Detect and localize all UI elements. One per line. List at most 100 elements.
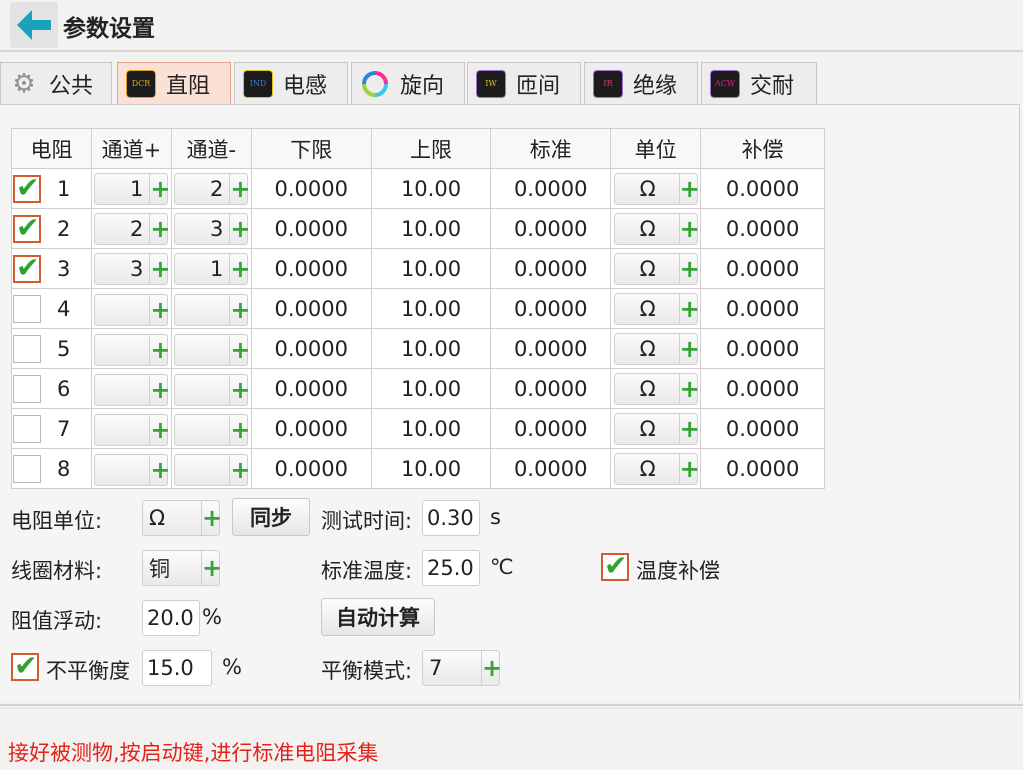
standard-value-cell[interactable]: 0.0000: [490, 208, 612, 249]
channel-plus-select[interactable]: +: [94, 414, 171, 446]
plus-icon[interactable]: +: [149, 213, 171, 244]
channel-minus-select[interactable]: +: [174, 454, 250, 486]
plus-icon[interactable]: +: [229, 375, 250, 405]
unit-select[interactable]: Ω +: [613, 332, 700, 365]
coil-material-select[interactable]: 铜 +: [142, 550, 222, 586]
plus-icon[interactable]: +: [678, 253, 700, 284]
unit-select[interactable]: Ω +: [613, 252, 700, 285]
unit-select[interactable]: Ω +: [613, 452, 700, 485]
plus-icon[interactable]: +: [201, 501, 222, 535]
channel-plus-select[interactable]: 1 +: [94, 172, 171, 205]
compensation-cell[interactable]: 0.0000: [700, 288, 825, 329]
standard-value-cell[interactable]: 0.0000: [490, 168, 612, 209]
row-checkbox[interactable]: [13, 211, 41, 244]
plus-icon[interactable]: +: [229, 213, 250, 244]
compensation-cell[interactable]: 0.0000: [700, 368, 825, 409]
channel-minus-select[interactable]: +: [174, 294, 250, 326]
plus-icon[interactable]: +: [678, 373, 700, 404]
lower-limit-cell[interactable]: 0.0000: [250, 208, 372, 249]
row-checkbox[interactable]: [13, 454, 41, 483]
upper-limit-cell[interactable]: 10.00: [370, 168, 492, 209]
lower-limit-cell[interactable]: 0.0000: [250, 328, 372, 369]
lower-limit-cell[interactable]: 0.0000: [250, 448, 372, 489]
compensation-cell[interactable]: 0.0000: [700, 248, 825, 289]
upper-limit-cell[interactable]: 10.00: [370, 328, 492, 369]
plus-icon[interactable]: +: [229, 415, 250, 445]
test-time-input[interactable]: 0.30: [422, 500, 480, 536]
plus-icon[interactable]: +: [229, 173, 250, 204]
lower-limit-cell[interactable]: 0.0000: [250, 168, 372, 209]
plus-icon[interactable]: +: [149, 415, 171, 445]
standard-value-cell[interactable]: 0.0000: [490, 368, 612, 409]
lower-limit-cell[interactable]: 0.0000: [250, 288, 372, 329]
channel-plus-select[interactable]: 3 +: [94, 252, 171, 285]
row-checkbox[interactable]: [13, 171, 41, 204]
row-checkbox[interactable]: [13, 334, 41, 363]
tab-acw[interactable]: ACW 交耐: [701, 62, 817, 104]
channel-minus-select[interactable]: 3 +: [174, 212, 250, 245]
unit-select[interactable]: Ω +: [613, 212, 700, 245]
compensation-cell[interactable]: 0.0000: [700, 448, 825, 489]
plus-icon[interactable]: +: [229, 295, 250, 325]
standard-value-cell[interactable]: 0.0000: [490, 328, 612, 369]
unit-select[interactable]: Ω +: [613, 172, 700, 205]
channel-plus-select[interactable]: +: [94, 454, 171, 486]
plus-icon[interactable]: +: [678, 333, 700, 364]
channel-minus-select[interactable]: 1 +: [174, 252, 250, 285]
unit-select[interactable]: Ω +: [613, 372, 700, 405]
channel-minus-select[interactable]: +: [174, 334, 250, 366]
channel-minus-select[interactable]: +: [174, 374, 250, 406]
unit-select[interactable]: Ω +: [613, 292, 700, 325]
sync-button[interactable]: 同步: [232, 498, 310, 536]
plus-icon[interactable]: +: [149, 173, 171, 204]
compensation-cell[interactable]: 0.0000: [700, 408, 825, 449]
tab-rotation[interactable]: 旋向: [351, 62, 465, 104]
channel-plus-select[interactable]: +: [94, 374, 171, 406]
standard-temp-input[interactable]: 25.0: [422, 550, 480, 586]
upper-limit-cell[interactable]: 10.00: [370, 248, 492, 289]
upper-limit-cell[interactable]: 10.00: [370, 448, 492, 489]
tab-ir[interactable]: IR 绝缘: [584, 62, 698, 104]
row-checkbox[interactable]: [13, 294, 41, 323]
plus-icon[interactable]: +: [229, 253, 250, 284]
compensation-cell[interactable]: 0.0000: [700, 168, 825, 209]
channel-minus-select[interactable]: +: [174, 414, 250, 446]
unbalance-checkbox[interactable]: [11, 649, 39, 682]
plus-icon[interactable]: +: [678, 213, 700, 244]
standard-value-cell[interactable]: 0.0000: [490, 288, 612, 329]
temp-comp-checkbox[interactable]: [601, 549, 629, 582]
lower-limit-cell[interactable]: 0.0000: [250, 248, 372, 289]
row-checkbox[interactable]: [13, 251, 41, 284]
tab-ind[interactable]: IND 电感: [234, 62, 348, 104]
compensation-cell[interactable]: 0.0000: [700, 328, 825, 369]
plus-icon[interactable]: +: [229, 455, 250, 485]
standard-value-cell[interactable]: 0.0000: [490, 408, 612, 449]
compensation-cell[interactable]: 0.0000: [700, 208, 825, 249]
upper-limit-cell[interactable]: 10.00: [370, 208, 492, 249]
tab-common[interactable]: ⚙ 公共: [0, 62, 112, 104]
channel-plus-select[interactable]: +: [94, 334, 171, 366]
back-button[interactable]: [10, 2, 58, 48]
plus-icon[interactable]: +: [201, 551, 222, 585]
channel-minus-select[interactable]: 2 +: [174, 172, 250, 205]
row-checkbox[interactable]: [13, 374, 41, 403]
plus-icon[interactable]: +: [229, 335, 250, 365]
auto-calc-button[interactable]: 自动计算: [321, 598, 435, 636]
plus-icon[interactable]: +: [149, 295, 171, 325]
upper-limit-cell[interactable]: 10.00: [370, 288, 492, 329]
plus-icon[interactable]: +: [678, 453, 700, 484]
channel-plus-select[interactable]: 2 +: [94, 212, 171, 245]
float-input[interactable]: 20.0: [142, 600, 200, 636]
plus-icon[interactable]: +: [481, 651, 502, 685]
balance-mode-select[interactable]: 7 +: [422, 650, 502, 686]
upper-limit-cell[interactable]: 10.00: [370, 408, 492, 449]
plus-icon[interactable]: +: [678, 173, 700, 204]
unbalance-input[interactable]: 15.0: [142, 650, 212, 686]
plus-icon[interactable]: +: [149, 253, 171, 284]
unit-select[interactable]: Ω +: [613, 412, 700, 445]
lower-limit-cell[interactable]: 0.0000: [250, 368, 372, 409]
plus-icon[interactable]: +: [149, 375, 171, 405]
plus-icon[interactable]: +: [678, 413, 700, 444]
tab-iw[interactable]: IW 匝间: [467, 62, 581, 104]
channel-plus-select[interactable]: +: [94, 294, 171, 326]
